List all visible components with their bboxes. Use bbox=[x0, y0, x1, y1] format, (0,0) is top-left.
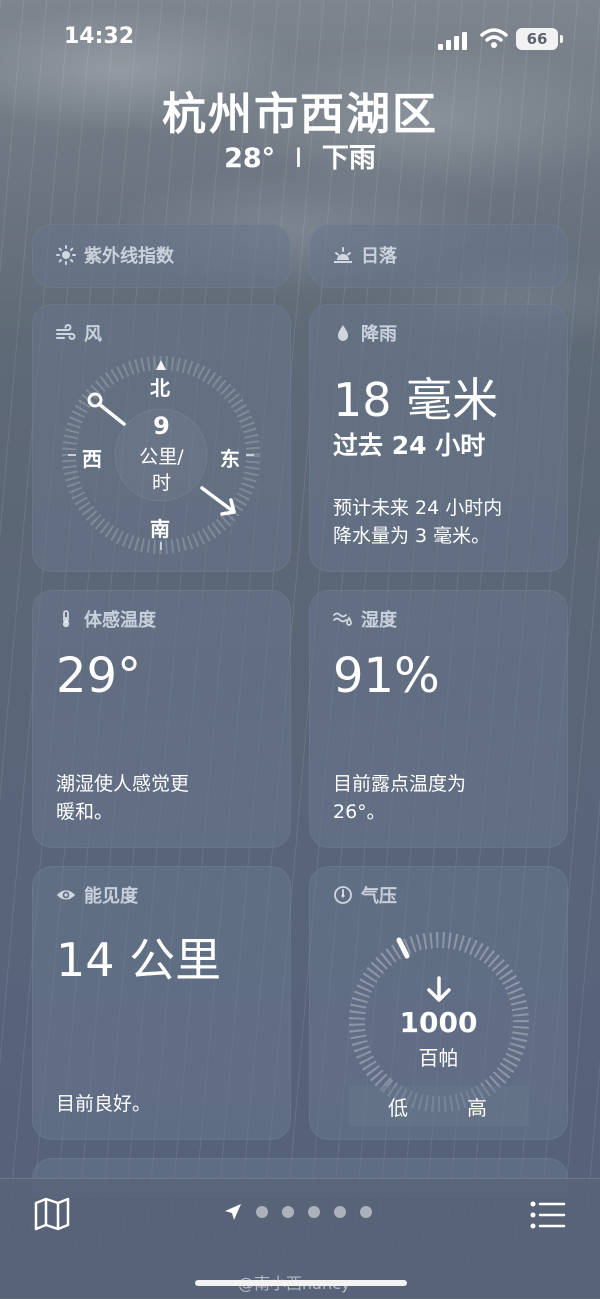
pressure-low-label: 低 bbox=[388, 1096, 408, 1120]
pressure-gauge bbox=[349, 932, 529, 1126]
page-dot[interactable] bbox=[308, 1206, 320, 1218]
page-dot[interactable] bbox=[334, 1206, 346, 1218]
pressure-high-label: 高 bbox=[467, 1096, 487, 1120]
raindrop-icon bbox=[338, 325, 348, 341]
rain-title: 降雨 bbox=[361, 324, 397, 345]
location-arrow-icon bbox=[225, 1204, 241, 1220]
humidity-title: 湿度 bbox=[361, 610, 397, 631]
compass-north: 北 bbox=[150, 376, 170, 400]
rain-forecast-line2: 降水量为 3 毫米。 bbox=[333, 525, 491, 547]
pressure-value: 1000 bbox=[399, 1006, 478, 1039]
sunset-title: 日落 bbox=[361, 246, 397, 267]
visibility-tile[interactable]: 能见度 14 公里 目前良好。 bbox=[32, 866, 291, 1140]
rain-forecast-line1: 预计未来 24 小时内 bbox=[333, 497, 503, 519]
humidity-value: 91% bbox=[333, 648, 440, 704]
feels-like-title: 体感温度 bbox=[84, 610, 156, 631]
city-name: 杭州市西湖区 bbox=[162, 89, 438, 140]
uv-index-tile[interactable]: 紫外线指数 bbox=[32, 224, 291, 288]
wind-tile[interactable]: 风 北 南 西 东 9 公里/ 时 bbox=[32, 304, 291, 572]
battery-indicator: 66 bbox=[516, 28, 563, 50]
wind-unit-line2: 时 bbox=[151, 472, 171, 494]
wind-unit-line1: 公里/ bbox=[139, 446, 184, 468]
rain-amount: 18 毫米 bbox=[333, 373, 499, 427]
condition-text: 下雨 bbox=[321, 143, 376, 174]
eye-icon bbox=[56, 890, 76, 900]
pressure-unit: 百帕 bbox=[418, 1046, 459, 1070]
page-dot[interactable] bbox=[360, 1206, 372, 1218]
feels-like-tile[interactable]: 体感温度 29° 潮湿使人感觉更 暖和。 bbox=[32, 590, 291, 848]
pressure-tile[interactable]: 气压 1000 百帕 低 高 bbox=[309, 866, 568, 1140]
uv-title: 紫外线指数 bbox=[84, 246, 174, 267]
home-indicator[interactable] bbox=[195, 1280, 407, 1286]
page-dot[interactable] bbox=[256, 1206, 268, 1218]
page-indicator[interactable] bbox=[224, 1203, 372, 1221]
humidity-icon bbox=[333, 612, 352, 626]
bottom-toolbar: @南小西nancy bbox=[0, 1178, 600, 1299]
humidity-desc-line1: 目前露点温度为 bbox=[333, 773, 467, 795]
humidity-desc-line2: 26°。 bbox=[333, 801, 386, 823]
humidity-tile[interactable]: 湿度 91% 目前露点温度为 26°。 bbox=[309, 590, 568, 848]
wind-speed: 9 bbox=[153, 412, 170, 440]
cellular-signal-icon bbox=[438, 30, 470, 50]
feels-like-desc-line1: 潮湿使人感觉更 bbox=[56, 773, 190, 795]
visibility-value: 14 公里 bbox=[56, 933, 222, 987]
thermometer-icon bbox=[62, 610, 70, 628]
current-conditions: 28° I 下雨 bbox=[0, 136, 600, 175]
feels-like-desc-line2: 暖和。 bbox=[56, 801, 114, 823]
status-bar: 14:32 66 bbox=[0, 0, 600, 80]
map-icon[interactable] bbox=[34, 1197, 70, 1231]
list-icon[interactable] bbox=[530, 1201, 566, 1229]
feels-like-value: 29° bbox=[56, 648, 142, 704]
clock: 14:32 bbox=[64, 24, 135, 49]
rain-period: 过去 24 小时 bbox=[333, 431, 486, 460]
current-temperature: 28° bbox=[224, 143, 276, 174]
separator: I bbox=[294, 143, 303, 174]
sunset-icon bbox=[334, 247, 352, 263]
compass-south: 南 bbox=[150, 517, 170, 541]
page-dot[interactable] bbox=[282, 1206, 294, 1218]
rainfall-tile[interactable]: 降雨 18 毫米 过去 24 小时 预计未来 24 小时内 降水量为 3 毫米。 bbox=[309, 304, 568, 572]
wifi-icon bbox=[480, 28, 508, 48]
sun-icon bbox=[56, 245, 76, 265]
sunset-tile[interactable]: 日落 bbox=[309, 224, 568, 288]
visibility-desc: 目前良好。 bbox=[56, 1093, 152, 1115]
visibility-title: 能见度 bbox=[84, 886, 138, 907]
